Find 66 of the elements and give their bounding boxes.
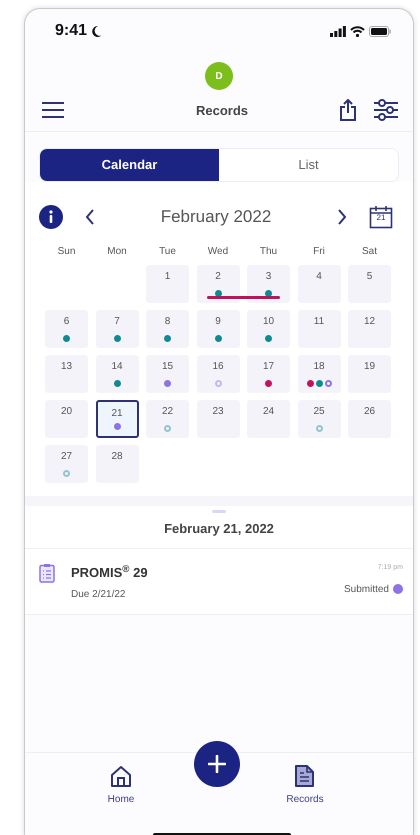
day-cell[interactable]: 19 <box>348 354 391 392</box>
chevron-left-icon <box>85 208 95 225</box>
day-cell[interactable]: 11 <box>298 310 340 348</box>
status-time: 9:41 <box>55 21 88 41</box>
info-icon <box>39 204 63 229</box>
sliders-icon <box>373 99 399 122</box>
moon-icon <box>91 25 102 37</box>
tab-bar-item[interactable]: Records <box>279 765 331 807</box>
wifi-icon <box>350 26 365 36</box>
menu-icon <box>41 101 65 120</box>
weekday-label: Fri <box>312 244 326 258</box>
share-icon <box>339 99 357 122</box>
day-cell[interactable]: 13 <box>45 354 88 392</box>
filter-button[interactable] <box>373 98 399 122</box>
day-cell[interactable]: 15 <box>146 354 189 392</box>
month-title: February 2022 <box>160 206 272 228</box>
day-cell[interactable]: 7 <box>96 310 138 348</box>
day-cell[interactable]: 17 <box>247 354 290 392</box>
day-cell[interactable]: 23 <box>196 400 240 438</box>
info-button[interactable] <box>39 204 63 229</box>
weekday-label: Sun <box>56 244 76 258</box>
weekday-label: Thu <box>258 244 278 258</box>
weekday-label: Tue <box>158 244 177 258</box>
add-button[interactable] <box>194 741 240 787</box>
day-cell[interactable]: 26 <box>348 400 391 438</box>
day-cell[interactable]: 24 <box>247 400 290 438</box>
drag-handle[interactable] <box>212 510 226 512</box>
weekday-label: Mon <box>106 244 128 258</box>
day-cell[interactable]: 28 <box>96 444 138 482</box>
day-cell[interactable]: 18 <box>298 354 340 392</box>
calendar-icon <box>369 204 393 229</box>
day-cell[interactable]: 21 <box>96 400 138 438</box>
document-icon <box>294 765 316 788</box>
chevron-right-icon <box>337 208 347 225</box>
day-cell[interactable]: 5 <box>348 264 391 302</box>
day-cell[interactable]: 14 <box>96 354 138 392</box>
weekday-label: Sat <box>360 244 378 258</box>
day-cell[interactable]: 2 <box>196 264 240 302</box>
day-cell[interactable]: 6 <box>45 310 88 348</box>
day-cell[interactable]: 22 <box>146 400 189 438</box>
record-title: PROMIS$^{®}$ 29 <box>71 563 149 582</box>
tab-bar-item[interactable]: Home <box>95 765 147 807</box>
segment-tab[interactable]: Calendar <box>40 149 219 181</box>
clipboard-icon <box>39 563 55 583</box>
day-cell[interactable]: 12 <box>348 310 391 348</box>
plus-icon <box>208 755 226 773</box>
day-cell[interactable]: 25 <box>298 400 340 438</box>
weekday-label: Wed <box>206 244 230 258</box>
signal-icon <box>330 26 346 36</box>
day-cell[interactable]: 3 <box>247 264 290 302</box>
due-date: Due 2/21/22 <box>71 588 126 602</box>
record-status: Submitted <box>344 582 389 596</box>
day-cell[interactable]: 27 <box>45 444 88 482</box>
day-cell[interactable]: 8 <box>146 310 189 348</box>
today-button[interactable]: 21 <box>369 204 393 229</box>
battery-icon <box>369 26 391 36</box>
day-cell[interactable]: 10 <box>247 310 290 348</box>
day-cell[interactable]: 20 <box>45 400 88 438</box>
day-cell[interactable]: 4 <box>298 264 340 302</box>
share-button[interactable] <box>339 98 357 122</box>
page-title: Records <box>194 102 250 120</box>
date-heading: February 21, 2022 <box>25 512 413 549</box>
day-cell[interactable]: 16 <box>196 354 240 392</box>
home-icon <box>110 765 132 788</box>
day-cell[interactable]: 9 <box>196 310 240 348</box>
day-cell[interactable]: 1 <box>146 264 189 302</box>
